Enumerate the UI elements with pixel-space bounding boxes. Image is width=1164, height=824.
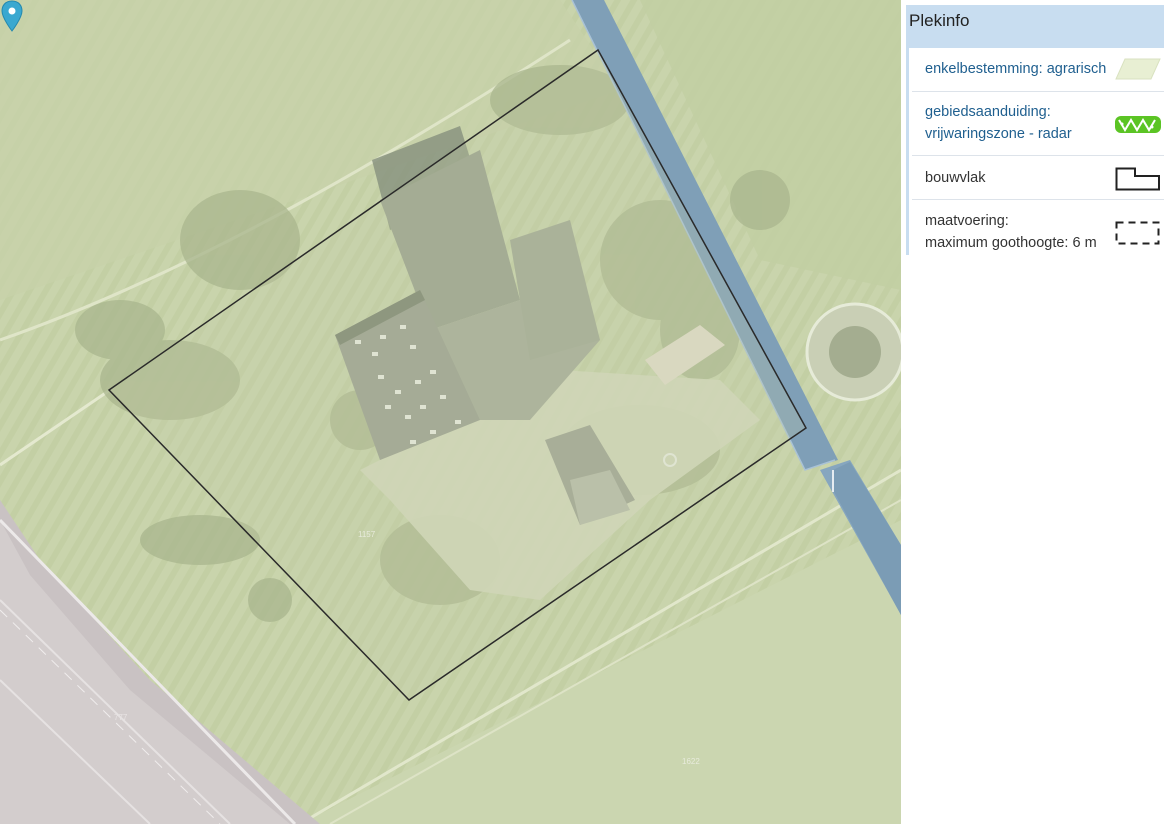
aerial-map: 1157 1622 777 bbox=[0, 0, 901, 824]
legend-list: enkelbestemming: agrarisch gebiedsaandui… bbox=[906, 48, 1164, 255]
legend-item-label: gebiedsaanduiding: bbox=[925, 104, 1051, 120]
legend-item-bouwvlak[interactable]: bouwvlak bbox=[912, 156, 1164, 200]
panel-header: Plekinfo bbox=[906, 5, 1164, 48]
parcel-number-1622: 1622 bbox=[682, 757, 700, 766]
legend-item-label: enkelbestemming: agrarisch bbox=[925, 61, 1107, 77]
dashed-rect-icon bbox=[1115, 221, 1160, 245]
enkelbestemming-swatch bbox=[1115, 58, 1161, 80]
location-pin-icon[interactable] bbox=[0, 0, 24, 32]
legend-item-label: bouwvlak bbox=[925, 170, 986, 186]
legend-item-gebiedsaanduiding[interactable]: gebiedsaanduiding: vrijwaringszone - rad… bbox=[912, 92, 1164, 156]
legend-item-enkelbestemming[interactable]: enkelbestemming: agrarisch bbox=[912, 48, 1164, 92]
legend-item-sublabel: maximum goothoogte: 6 m bbox=[925, 235, 1097, 251]
legend-item-maatvoering[interactable]: maatvoering: maximum goothoogte: 6 m bbox=[912, 200, 1164, 255]
parcel-number-777: 777 bbox=[114, 713, 128, 722]
parcel-number-1157: 1157 bbox=[358, 530, 376, 539]
map-view[interactable]: 1157 1622 777 bbox=[0, 0, 901, 824]
plekinfo-panel: Plekinfo enkelbestemming: agrarisch gebi… bbox=[901, 0, 1164, 824]
panel-title: Plekinfo bbox=[909, 11, 970, 30]
radar-zone-icon bbox=[1115, 116, 1161, 133]
bouwvlak-icon bbox=[1115, 167, 1160, 191]
legend-item-label: maatvoering: bbox=[925, 213, 1009, 229]
legend-item-sublabel: vrijwaringszone - radar bbox=[925, 126, 1072, 142]
